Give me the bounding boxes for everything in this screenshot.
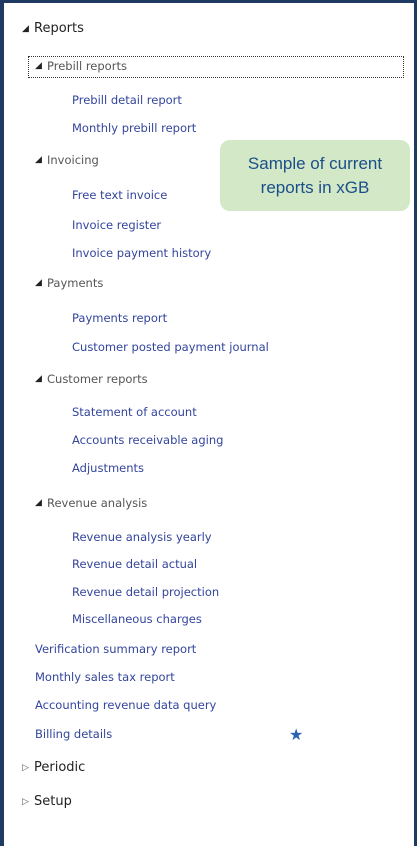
tree-node-setup[interactable]: ▷ Setup [22,794,72,809]
link-payments-report[interactable]: Payments report [72,311,167,325]
expanded-triangle-icon[interactable]: ◢ [35,374,47,384]
tree-node-periodic[interactable]: ▷ Periodic [22,760,85,775]
tree-node-customer-reports[interactable]: ◢ Customer reports [35,372,148,386]
link-adjustments[interactable]: Adjustments [72,461,144,475]
expanded-triangle-icon[interactable]: ◢ [35,498,47,508]
collapsed-triangle-icon[interactable]: ▷ [22,763,34,773]
tree-label-invoicing: Invoicing [47,153,99,167]
link-monthly-prebill-report[interactable]: Monthly prebill report [72,121,196,135]
link-accounting-revenue-data-query[interactable]: Accounting revenue data query [35,698,216,712]
link-revenue-detail-projection[interactable]: Revenue detail projection [72,585,219,599]
tree-label-payments: Payments [47,276,104,290]
collapsed-triangle-icon[interactable]: ▷ [22,797,34,807]
nav-pane-frame [0,0,417,846]
expanded-triangle-icon[interactable]: ◢ [22,24,34,34]
link-prebill-detail-report[interactable]: Prebill detail report [72,93,182,107]
link-invoice-register[interactable]: Invoice register [72,218,161,232]
tree-label-revenue-analysis: Revenue analysis [47,496,148,510]
expanded-triangle-icon[interactable]: ◢ [35,61,47,71]
favorite-star-icon[interactable]: ★ [289,725,303,744]
link-revenue-detail-actual[interactable]: Revenue detail actual [72,557,197,571]
link-verification-summary-report[interactable]: Verification summary report [35,642,196,656]
expanded-triangle-icon[interactable]: ◢ [35,155,47,165]
link-accounts-receivable-aging[interactable]: Accounts receivable aging [72,433,223,447]
tree-label-periodic: Periodic [34,760,86,775]
tree-label-reports: Reports [34,21,84,36]
link-billing-details[interactable]: Billing details [35,727,112,741]
callout-line-2: reports in xGB [260,177,370,197]
tree-node-reports[interactable]: ◢ Reports [22,21,84,36]
tree-label-setup: Setup [34,794,72,809]
tree-node-revenue-analysis[interactable]: ◢ Revenue analysis [35,496,147,510]
tree-node-payments[interactable]: ◢ Payments [35,276,103,290]
link-revenue-analysis-yearly[interactable]: Revenue analysis yearly [72,530,212,544]
link-free-text-invoice[interactable]: Free text invoice [72,188,167,202]
tree-label-customer-reports: Customer reports [47,372,148,386]
link-customer-posted-payment-journal[interactable]: Customer posted payment journal [72,340,269,354]
link-miscellaneous-charges[interactable]: Miscellaneous charges [72,612,202,626]
callout-line-1: Sample of current [247,153,383,173]
annotation-callout: Sample of current reports in xGB [220,140,410,211]
link-statement-of-account[interactable]: Statement of account [72,405,197,419]
expanded-triangle-icon[interactable]: ◢ [35,278,47,288]
link-invoice-payment-history[interactable]: Invoice payment history [72,246,211,260]
link-monthly-sales-tax-report[interactable]: Monthly sales tax report [35,670,175,684]
tree-label-prebill-reports: Prebill reports [47,59,127,73]
tree-node-prebill-reports[interactable]: ◢ Prebill reports [35,59,127,73]
tree-node-invoicing[interactable]: ◢ Invoicing [35,153,99,167]
